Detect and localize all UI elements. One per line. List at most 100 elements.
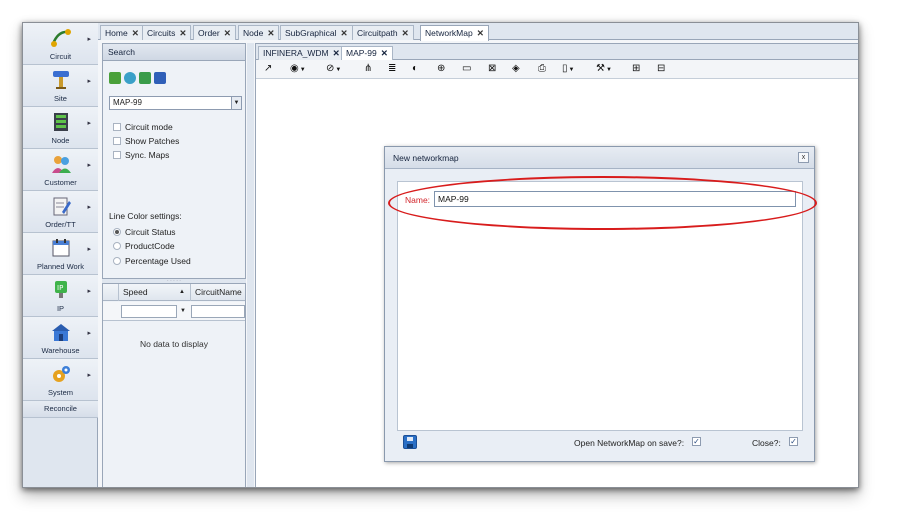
circuit-grid: Speed ▲ CircuitName ▼ No data to display <box>102 283 246 487</box>
binoculars-icon[interactable] <box>154 72 166 84</box>
search-panel-title: Search <box>103 44 245 61</box>
tab-networkmap[interactable]: NetworkMap ✕ <box>420 25 489 41</box>
dialog-footer: Open NetworkMap on save?: ✓ Close?: ✓ <box>385 435 814 461</box>
tab-label: Home <box>105 28 128 38</box>
vertical-splitter[interactable] <box>247 43 254 487</box>
radio-circuit-status[interactable]: Circuit Status <box>113 227 176 237</box>
chevron-right-icon: ▸ <box>87 246 91 253</box>
nav-system[interactable]: System ▸ <box>23 359 98 401</box>
show-patches-checkbox[interactable]: Show Patches <box>113 136 179 146</box>
column-speed[interactable]: Speed ▲ <box>119 284 191 301</box>
radio-productcode[interactable]: ProductCode <box>113 241 175 251</box>
nav-customer[interactable]: Customer ▸ <box>23 149 98 191</box>
dialog-title: New networkmap <box>385 147 814 169</box>
speed-filter-input[interactable] <box>121 305 177 318</box>
nav-node[interactable]: Node ▸ <box>23 107 98 149</box>
calendar-icon <box>52 239 69 257</box>
search-panel: Search MAP-99 ▼ Circuit mode Show Patche… <box>102 43 246 279</box>
map-select[interactable]: MAP-99 ▼ <box>109 96 242 110</box>
radio-label: Circuit Status <box>125 227 176 237</box>
chevron-right-icon: ▸ <box>87 204 91 211</box>
wrench-icon[interactable]: ⚒▼ <box>596 62 612 76</box>
tab-circuits[interactable]: Circuits ✕ <box>142 25 192 40</box>
name-input[interactable] <box>434 191 796 207</box>
hierarchy-icon[interactable]: ⋔ <box>364 62 372 76</box>
document-icon[interactable]: ▯▼ <box>562 62 574 76</box>
left-navigation: Circuit ▸ Site ▸ Node ▸ Customer ▸ Order… <box>23 23 98 487</box>
column-circuitname[interactable]: CircuitName <box>191 284 247 301</box>
nav-planned-work[interactable]: Planned Work ▸ <box>23 233 98 275</box>
nav-label: Circuit <box>49 52 72 61</box>
tab-label: INFINERA_WDM <box>263 48 329 58</box>
print-icon[interactable]: ⎙ <box>538 62 546 76</box>
tab-subgraphical[interactable]: SubGraphical ✕ <box>280 25 353 40</box>
close-icon[interactable]: ✕ <box>477 28 484 38</box>
radio-button[interactable] <box>113 242 121 250</box>
eye-hide-icon[interactable]: ⊘▼ <box>326 62 341 76</box>
add-map-icon[interactable] <box>109 72 121 84</box>
circuitname-filter-input[interactable] <box>191 305 245 318</box>
window-icon[interactable]: ▭ <box>462 62 471 76</box>
tab-label: Order <box>198 28 220 38</box>
chevron-right-icon: ▸ <box>87 162 91 169</box>
circle-plus-icon[interactable]: ⊕ <box>437 62 445 76</box>
nav-order-tt[interactable]: Order/TT ▸ <box>23 191 98 233</box>
node-icon <box>53 113 68 131</box>
close-icon[interactable]: ✕ <box>333 48 340 58</box>
dialog-close-button[interactable]: x <box>798 152 809 163</box>
checkbox-box[interactable] <box>113 123 121 131</box>
cube-icon[interactable]: ◈ <box>512 62 520 76</box>
external-link-icon[interactable]: ↗ <box>264 62 272 76</box>
close-icon[interactable]: ✕ <box>224 28 231 38</box>
open-on-save-label: Open NetworkMap on save?: <box>574 438 685 448</box>
close-icon[interactable]: ✕ <box>132 28 139 38</box>
circuit-mode-checkbox[interactable]: Circuit mode <box>113 122 173 132</box>
close-box-icon[interactable]: ⊠ <box>488 62 496 76</box>
sync-maps-checkbox[interactable]: Sync. Maps <box>113 150 169 160</box>
close-checkbox[interactable]: ✓ <box>789 437 798 446</box>
tab-infinera-wdm[interactable]: INFINERA_WDM ✕ <box>258 46 345 60</box>
close-icon[interactable]: ✕ <box>341 28 348 38</box>
radio-percentage-used[interactable]: Percentage Used <box>113 256 191 266</box>
globe-icon[interactable] <box>124 72 136 84</box>
nav-warehouse[interactable]: Warehouse ▸ <box>23 317 98 359</box>
chevron-down-icon[interactable]: ▼ <box>231 97 241 109</box>
zoom-in-icon[interactable]: ⊞ <box>632 62 640 76</box>
tab-label: SubGraphical <box>285 28 337 38</box>
chevron-right-icon: ▸ <box>87 36 91 43</box>
grid-header: Speed ▲ CircuitName <box>103 284 245 301</box>
radio-button[interactable] <box>113 228 121 236</box>
tab-home[interactable]: Home ✕ <box>100 25 144 40</box>
chevron-right-icon: ▸ <box>87 78 91 85</box>
import-icon[interactable] <box>139 72 151 84</box>
zoom-out-icon[interactable]: ⊟ <box>657 62 665 76</box>
radio-button[interactable] <box>113 257 121 265</box>
close-icon[interactable]: ✕ <box>267 28 274 38</box>
tab-node[interactable]: Node ✕ <box>238 25 280 40</box>
nav-ip[interactable]: IP IP ▸ <box>23 275 98 317</box>
checkbox-box[interactable] <box>113 151 121 159</box>
database-icon[interactable]: ≣ <box>388 62 396 76</box>
circle-arrow-icon[interactable]: ◐ <box>412 62 418 76</box>
eye-icon[interactable]: ◉▼ <box>290 62 306 76</box>
line-color-label: Line Color settings: <box>109 211 182 221</box>
radio-label: ProductCode <box>125 241 175 251</box>
tab-map-99[interactable]: MAP-99 ✕ <box>341 46 393 61</box>
tab-circuitpath[interactable]: Circuitpath ✕ <box>352 25 414 40</box>
save-icon[interactable] <box>403 435 417 449</box>
tab-order[interactable]: Order ✕ <box>193 25 236 40</box>
nav-reconcile[interactable]: Reconcile <box>23 401 98 418</box>
open-on-save-checkbox[interactable]: ✓ <box>692 437 701 446</box>
tab-label: MAP-99 <box>346 48 377 58</box>
checkbox-label: Sync. Maps <box>125 150 170 160</box>
filter-dropdown-icon[interactable]: ▼ <box>178 305 188 318</box>
nav-label: Order/TT <box>45 220 76 229</box>
close-icon[interactable]: ✕ <box>179 28 186 38</box>
close-icon[interactable]: ✕ <box>381 48 388 58</box>
nav-label: Reconcile <box>44 404 77 413</box>
checkbox-box[interactable] <box>113 137 121 145</box>
nav-site[interactable]: Site ▸ <box>23 65 98 107</box>
customer-icon <box>51 156 71 173</box>
close-icon[interactable]: ✕ <box>402 28 409 38</box>
nav-circuit[interactable]: Circuit ▸ <box>23 23 98 65</box>
